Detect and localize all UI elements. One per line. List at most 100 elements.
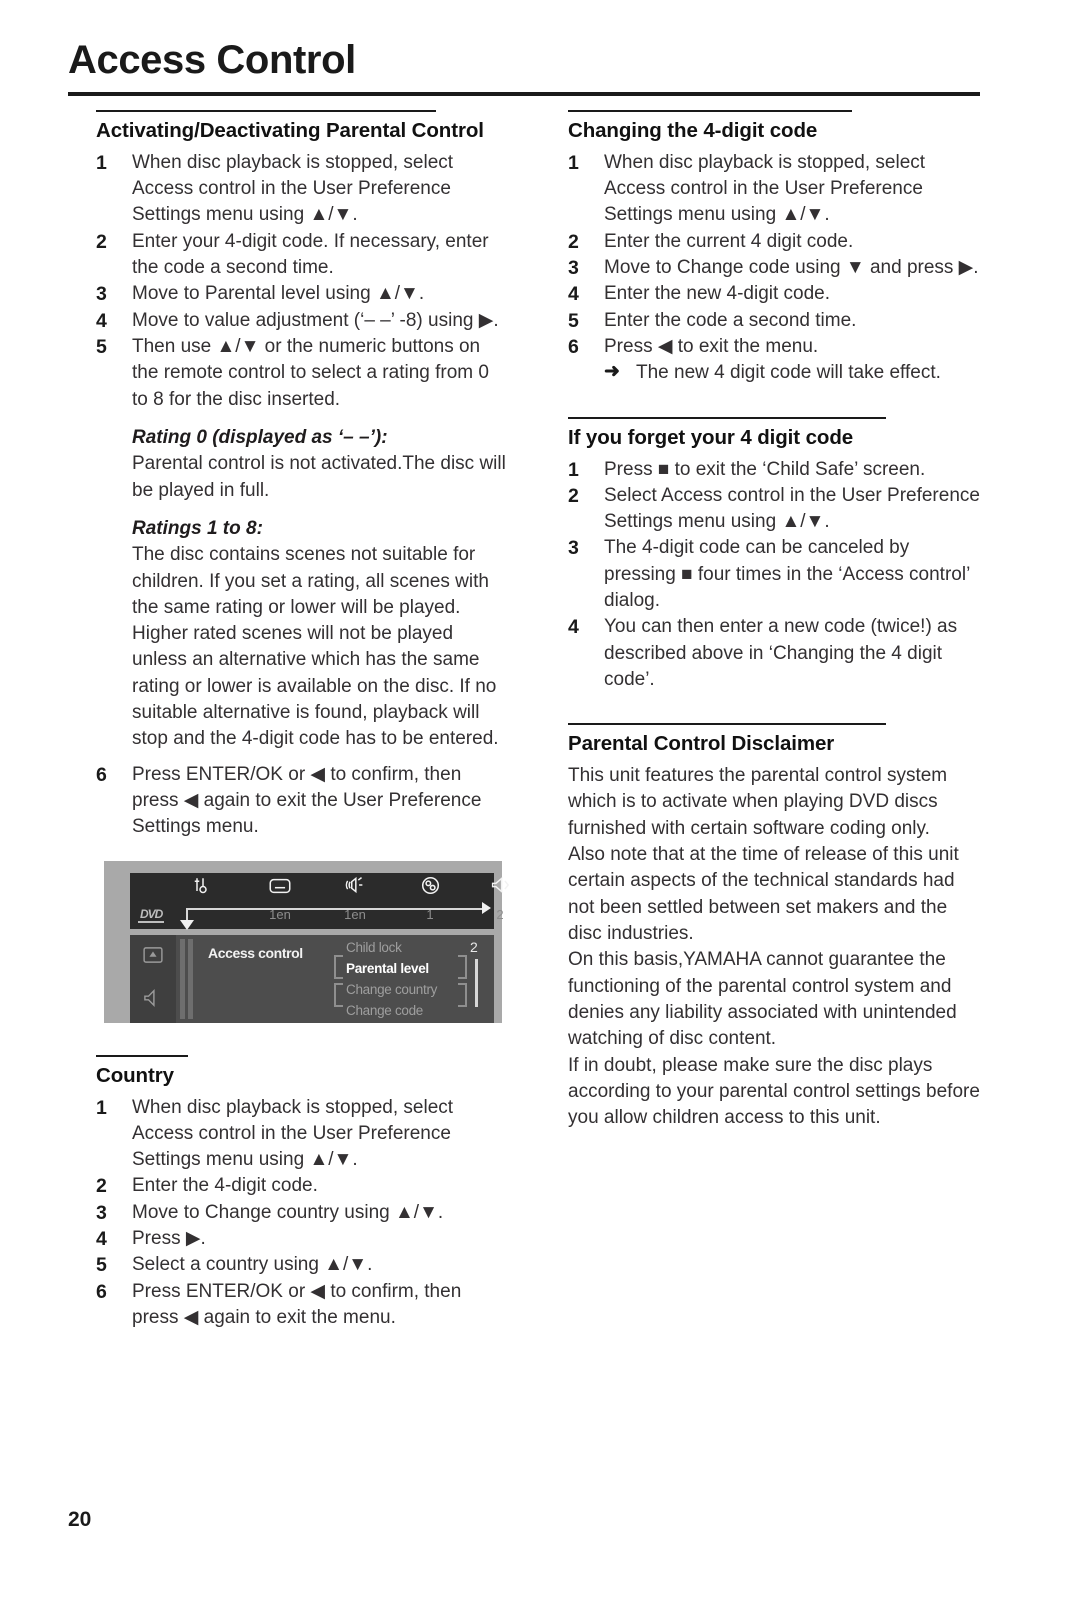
osd-column-divider [188,938,193,1019]
step-text: Enter the 4-digit code. [132,1175,318,1197]
disclaimer-paragraph: This unit features the parental control … [568,765,948,839]
osd-column-divider [180,938,185,1019]
country-steps-list: 1 When disc playback is stopped, select A… [96,1095,508,1332]
page-number: 20 [68,1508,92,1531]
step-text: Enter the new 4-digit code. [604,283,831,305]
step-number: 4 [568,616,579,639]
osd-menu-list: Child lock Parental level Change country… [346,937,456,1021]
sound-icon [480,876,520,902]
section-heading: Parental Control Disclaimer [568,732,835,756]
step-text: Then use ▲/▼ or the numeric buttons on t… [132,336,489,410]
result-note: ➜ The new 4 digit code will take effect. [568,360,980,386]
left-column: Activating/Deactivating Parental Control… [96,110,510,1343]
osd-menu-bar: DVD 1en 1en 1 2 [130,872,510,930]
rating-0-heading: Rating 0 (displayed as ‘– –’): [132,426,388,448]
step-number: 3 [96,283,107,306]
section-divider [96,1054,188,1057]
chevron-right-icon [482,901,491,914]
list-item: 6 Press ◀ to exit the menu. [568,334,980,360]
audio-icon [335,876,375,902]
list-item: 3 Move to Parental level using ▲/▼. [96,281,508,307]
list-item: 6 Press ENTER/OK or ◀ to confirm, then pr… [96,762,508,841]
scrollbar-track[interactable] [475,958,478,1007]
disclaimer-paragraph: On this basis,YAMAHA cannot guarantee th… [568,949,957,1050]
list-item: 4 Press ▶. [96,1226,508,1252]
disc-language-icon [410,876,450,902]
list-item: 5 Select a country using ▲/▼. [96,1252,508,1278]
osd-bracket-left [334,982,343,1007]
list-item: 4 You can then enter a new code (twice!) … [568,614,980,693]
step-number: 6 [96,763,107,786]
step-text: When disc playback is stopped, select Ac… [132,1096,454,1171]
step-number: 5 [96,1254,107,1277]
osd-value-indicator: 2 [470,938,478,955]
section-heading: Country [96,1063,174,1087]
osd-bracket-left [334,954,343,979]
step-number: 1 [568,458,579,481]
step-text: Move to value adjustment (‘– –’ -8) usin… [132,309,499,331]
forgot-code-steps-list: 1 Press ■ to exit the ‘Child Safe’ screen… [568,457,980,694]
step-text: Press ENTER/OK or ◀ to confirm, then pre… [132,1280,462,1328]
list-item: 1 Press ■ to exit the ‘Child Safe’ screen… [568,457,980,483]
step-number: 1 [96,1096,107,1119]
step-text: When disc playback is stopped, select Ac… [132,151,454,226]
step-number: 4 [96,309,107,332]
changing-code-steps-list: 1 When disc playback is stopped, select A… [568,150,980,361]
section-changing-code: Changing the 4-digit code 1 When disc pla… [568,110,980,387]
result-note-text: The new 4 digit code will take effect. [636,362,941,384]
list-item: 5 Enter the code a second time. [568,308,980,334]
section-heading: If you forget your 4 digit code [568,425,854,449]
title-divider [68,92,980,96]
section-disclaimer: Parental Control Disclaimer This unit fe… [568,723,980,1131]
list-item: 1 When disc playback is stopped, select A… [96,150,508,229]
section-country: Country 1 When disc playback is stopped, … [96,1054,508,1332]
step-text: Enter your 4-digit code. If necessary, e… [132,230,489,279]
list-item: 1 When disc playback is stopped, select A… [96,1095,508,1174]
right-column: Changing the 4-digit code 1 When disc pla… [568,110,980,1134]
step-text: Select Access control in the User Prefer… [604,484,980,533]
list-item: 5 Then use ▲/▼ or the numeric buttons on … [96,334,508,413]
osd-menu-item-change-country[interactable]: Change country [346,979,456,1000]
subtitle-icon [260,876,300,902]
section-divider [568,416,886,419]
osd-value-scroller[interactable]: 2 [466,939,488,1019]
list-item: 3 Move to Change code using ▼ and press ▶… [568,255,980,281]
osd-main-panel: Access control Child lock Parental level… [130,934,494,1023]
osd-screenshot-figure: DVD 1en 1en 1 2 Access control Child loc… [104,860,510,1023]
page-title: Access Control [68,38,356,82]
dvd-logo: DVD [138,906,165,923]
step-number: 2 [568,484,579,507]
step-number: 1 [568,151,579,174]
tools-icon [180,876,220,902]
arrow-right-icon: ➜ [604,361,620,383]
list-item: 4 Enter the new 4-digit code. [568,281,980,307]
osd-content-panel: Access control Child lock Parental level… [194,934,494,1023]
step-number: 3 [568,257,579,280]
step-text: Enter the current 4 digit code. [604,230,854,252]
osd-menu-item-child-lock[interactable]: Child lock [346,937,456,958]
section-divider [568,110,852,112]
step-text: Move to Change country using ▲/▼. [132,1201,444,1223]
list-item: 4 Move to value adjustment (‘– –’ -8) usi… [96,308,508,334]
step-text: The 4-digit code can be canceled by pres… [604,537,970,612]
section-heading: Changing the 4-digit code [568,119,818,142]
step-number: 2 [96,1175,107,1198]
disclaimer-paragraph: If in doubt, please make sure the disc p… [568,1054,980,1129]
osd-menu-item-change-code[interactable]: Change code [346,1000,456,1021]
osd-panel-title: Access control [208,944,303,961]
osd-menu-item-parental-level[interactable]: Parental level [346,958,456,979]
chevron-down-icon [180,919,194,930]
section-divider [568,723,886,726]
section-parental-control: Activating/Deactivating Parental Control… [96,110,508,841]
step-number: 6 [96,1280,107,1303]
step-text: When disc playback is stopped, select Ac… [604,151,926,226]
rating-0-text: Parental control is not activated.The di… [132,453,506,501]
step-text: Press ◀ to exit the menu. [604,336,819,358]
list-item: 6 Press ENTER/OK or ◀ to confirm, then pr… [96,1279,508,1332]
step-number: 3 [568,537,579,560]
osd-icon-row [130,873,510,905]
step-text: Press ENTER/OK or ◀ to confirm, then pre… [132,763,482,838]
osd-sidebar [130,934,176,1023]
section-forgot-code: If you forget your 4 digit code 1 Press ■… [568,416,980,694]
eject-icon [140,946,166,969]
